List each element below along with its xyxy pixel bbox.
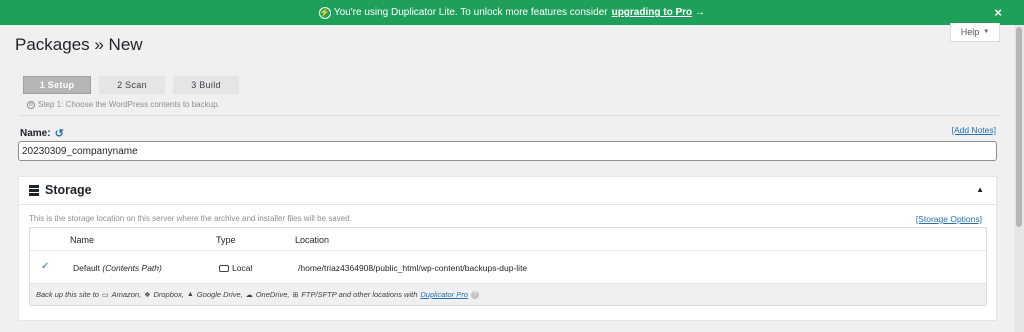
storage-title: Storage bbox=[29, 183, 92, 197]
step-description: W Step 1: Choose the WordPress contents … bbox=[27, 100, 220, 109]
add-notes-link[interactable]: [Add Notes] bbox=[952, 125, 996, 135]
help-button[interactable]: Help ▼ bbox=[950, 23, 1000, 42]
bolt-icon: ⚡ bbox=[318, 6, 331, 19]
google-drive-icon: ▲ bbox=[186, 291, 194, 298]
hard-drive-icon bbox=[219, 264, 229, 272]
upsell-prefix: Back up this site to bbox=[36, 290, 99, 299]
page-title: Packages » New bbox=[15, 35, 143, 54]
storage-title-text: Storage bbox=[45, 183, 92, 197]
divider bbox=[20, 115, 1000, 116]
storage-type-text: Local bbox=[232, 263, 253, 273]
storage-name: Default (Contents Path) bbox=[73, 263, 162, 273]
arrow-right-icon: → bbox=[695, 7, 706, 18]
storage-name-text: Default bbox=[73, 263, 100, 273]
upsell-ftp: FTP/SFTP and other locations with bbox=[301, 290, 418, 299]
banner-text: You're using Duplicator Lite. To unlock … bbox=[333, 7, 608, 18]
storage-panel: Storage ▲ This is the storage location o… bbox=[18, 176, 997, 321]
table-row[interactable]: ✓ Default (Contents Path) Local /home/tr… bbox=[30, 251, 986, 283]
storage-name-suffix: (Contents Path) bbox=[102, 263, 162, 273]
upsell-gdrive: Google Drive, bbox=[196, 290, 243, 299]
storage-table: Name Type Location ✓ Default (Contents P… bbox=[29, 227, 987, 306]
upgrade-banner: ⚡ You're using Duplicator Lite. To unloc… bbox=[0, 0, 1024, 25]
help-label: Help bbox=[960, 27, 980, 37]
storage-header[interactable]: Storage ▲ bbox=[19, 177, 996, 205]
scrollbar-thumb[interactable] bbox=[1016, 27, 1022, 227]
storage-options-link[interactable]: [Storage Options] bbox=[916, 214, 982, 224]
duplicator-pro-link[interactable]: Duplicator Pro bbox=[420, 290, 468, 299]
step-tabs: 1 Setup 2 Scan 3 Build bbox=[23, 76, 239, 94]
amazon-icon: ▭ bbox=[101, 291, 109, 299]
step-scan-tab[interactable]: 2 Scan bbox=[99, 76, 165, 94]
pro-upsell-footer: Back up this site to ▭ Amazon, ❖ Dropbox… bbox=[30, 283, 986, 305]
upsell-onedrive: OneDrive, bbox=[255, 290, 290, 299]
name-label: Name: ↺ bbox=[20, 127, 64, 140]
onedrive-icon: ☁ bbox=[245, 291, 253, 299]
wordpress-icon: W bbox=[27, 100, 35, 109]
table-header: Name Type Location bbox=[30, 228, 986, 251]
step-description-text: Step 1: Choose the WordPress contents to… bbox=[38, 100, 220, 109]
name-label-text: Name: bbox=[20, 128, 51, 139]
upgrade-link[interactable]: upgrading to Pro bbox=[612, 7, 693, 18]
scrollbar[interactable] bbox=[1014, 25, 1024, 332]
reset-icon[interactable]: ↺ bbox=[55, 127, 64, 140]
step-build-tab[interactable]: 3 Build bbox=[173, 76, 239, 94]
help-icon[interactable]: ? bbox=[470, 290, 479, 299]
column-type: Type bbox=[216, 235, 236, 245]
storage-type: Local bbox=[219, 263, 252, 273]
network-icon: ⊞ bbox=[292, 291, 299, 299]
close-banner-button[interactable]: × bbox=[994, 5, 1002, 20]
column-name: Name bbox=[70, 235, 95, 245]
step-setup-tab[interactable]: 1 Setup bbox=[23, 76, 91, 94]
database-icon bbox=[29, 184, 39, 196]
storage-location: /home/triaz4364908/public_html/wp-conten… bbox=[298, 263, 528, 273]
upsell-dropbox: Dropbox, bbox=[153, 290, 184, 299]
chevron-down-icon: ▼ bbox=[983, 29, 990, 35]
dropbox-icon: ❖ bbox=[144, 291, 151, 299]
storage-description: This is the storage location on this ser… bbox=[29, 214, 352, 223]
column-location: Location bbox=[295, 235, 330, 245]
collapse-icon[interactable]: ▲ bbox=[976, 185, 984, 194]
package-name-input[interactable] bbox=[18, 141, 997, 161]
upsell-amazon: Amazon, bbox=[111, 290, 142, 299]
checkmark-icon[interactable]: ✓ bbox=[41, 261, 49, 272]
